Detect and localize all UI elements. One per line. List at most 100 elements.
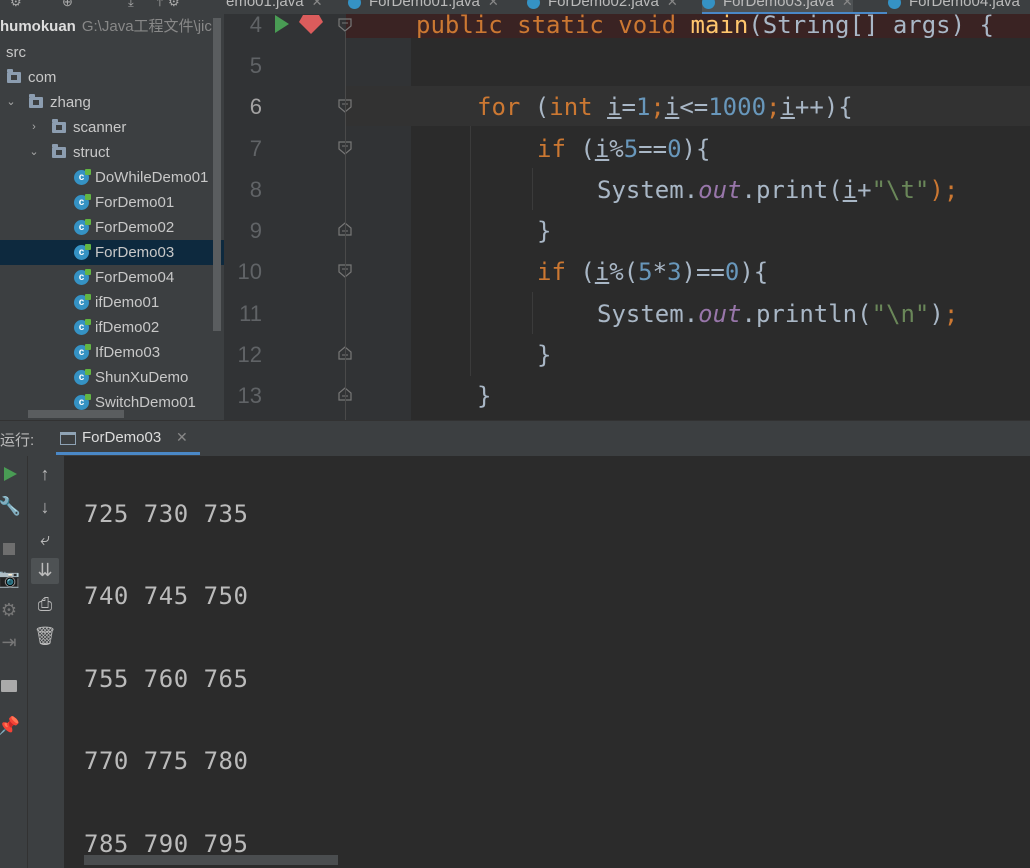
scroll-to-end-icon: ⇊ (37, 560, 53, 580)
java-class-icon (702, 0, 715, 9)
java-class-icon: c (74, 294, 91, 310)
project-name: humokuan (0, 18, 76, 35)
line-number: 7 (249, 136, 262, 161)
horizontal-scrollbar[interactable] (28, 410, 124, 418)
tree-item-zhang[interactable]: ⌄ zhang (0, 90, 224, 115)
tree-item-class[interactable]: c ifDemo02 (0, 315, 224, 340)
tab-label: ForDemo01.java (369, 0, 480, 10)
close-icon[interactable]: ✕ (488, 0, 499, 9)
project-root[interactable]: humokuan G:\Java工程文件\jic (0, 16, 212, 38)
tree-item-label: ForDemo04 (95, 269, 175, 286)
indent-guide (532, 168, 533, 210)
tree-item-src[interactable]: src (0, 40, 224, 65)
console-icon (60, 432, 76, 445)
code-line-6: for (int i=1;i<=1000;i++){ (477, 93, 853, 121)
tree-item-struct[interactable]: ⌄ struct (0, 140, 224, 165)
breakpoint-icon[interactable] (298, 13, 324, 35)
tree-item-scanner[interactable]: › scanner (0, 115, 224, 140)
camera-icon[interactable]: 📷 (0, 568, 21, 589)
tree-item-label: ForDemo03 (95, 244, 175, 261)
output-line: 740 745 750 (84, 582, 249, 610)
arrow-up-icon[interactable]: ↑ (33, 464, 57, 485)
output-line: 755 760 765 (84, 665, 249, 693)
tree-item-class[interactable]: c IfDemo03 (0, 340, 224, 365)
exit-icon[interactable]: ⇥ (0, 632, 21, 653)
tree-item-class[interactable]: c ForDemo04 (0, 265, 224, 290)
code-line-11: System.out.println("\n"); (597, 300, 959, 328)
soft-wrap-icon[interactable]: ⤶ (33, 529, 57, 550)
java-class-icon (888, 0, 901, 9)
tree-item-label: ForDemo01 (95, 194, 175, 211)
java-class-icon: c (74, 219, 91, 235)
tree-item-class[interactable]: c DoWhileDemo01 (0, 165, 224, 190)
run-label: 运行: (0, 432, 35, 449)
close-icon[interactable]: ✕ (312, 0, 323, 9)
code-editor[interactable] (411, 14, 1030, 420)
tree-item-com[interactable]: com (0, 65, 224, 90)
settings-icon[interactable]: ⚙ (0, 600, 21, 621)
line-number-current: 6 (249, 94, 262, 119)
java-class-icon: c (74, 394, 91, 410)
tree-item-class[interactable]: c ForDemo01 (0, 190, 224, 215)
tab-label: ForDemo03.java (723, 0, 834, 10)
horizontal-scrollbar[interactable] (84, 855, 338, 865)
vertical-scrollbar[interactable] (213, 18, 221, 331)
chevron-right-icon[interactable]: › (27, 115, 41, 140)
indent-guide (532, 292, 533, 334)
rerun-icon[interactable] (2, 466, 18, 482)
close-icon[interactable]: ✕ (667, 0, 678, 9)
code-line-8: System.out.print(i+"\t"); (597, 176, 959, 204)
line-number: 8 (249, 177, 262, 202)
tree-item-class[interactable]: c ShunXuDemo (0, 365, 224, 390)
tree-item-label: zhang (50, 94, 91, 111)
chevron-down-icon[interactable]: ⌄ (27, 140, 41, 165)
line-number: 13 (237, 383, 262, 408)
pin-icon[interactable]: 📌 (0, 716, 21, 737)
print-icon[interactable]: ⎙ (33, 594, 57, 615)
tab-label: emo01.java (226, 0, 304, 10)
arrow-down-icon[interactable]: ↓ (33, 497, 57, 518)
fold-marker-icon[interactable] (338, 18, 352, 32)
tree-item-label: ShunXuDemo (95, 369, 189, 386)
java-class-icon: c (74, 344, 91, 360)
tree-item-class[interactable]: c ForDemo02 (0, 215, 224, 240)
line-number: 10 (237, 259, 262, 284)
line-number: 11 (239, 301, 262, 326)
java-class-icon: c (74, 369, 91, 385)
tree-item-label: src (6, 44, 26, 61)
tree-item-class[interactable]: c ifDemo01 (0, 290, 224, 315)
tree-item-label: ifDemo02 (95, 319, 160, 336)
output-line: 785 790 795 (84, 830, 249, 858)
active-run-tab-indicator (56, 452, 200, 455)
gear-icon[interactable]: ⚙ (168, 0, 180, 10)
indent-guide (470, 126, 471, 376)
project-panel: ⚙ ⊕ ⤓ ⤒ ⚙ humokuan G:\Java工程文件\jic src co… (0, 0, 224, 420)
code-line-13: } (477, 382, 492, 410)
trash-icon[interactable]: 🗑 (33, 626, 57, 647)
line-number: 12 (237, 342, 262, 367)
run-gutter-icon[interactable] (272, 14, 292, 34)
package-folder-icon (7, 69, 21, 83)
package-folder-icon (52, 144, 66, 158)
java-class-icon (348, 0, 361, 9)
tab-label: ForDemo02.java (548, 0, 659, 10)
project-path: G:\Java工程文件\jic (81, 18, 212, 35)
close-icon[interactable]: ✕ (842, 0, 853, 9)
locate-icon[interactable]: ⊕ (62, 0, 73, 10)
layout-icon[interactable] (1, 680, 17, 692)
wrench-icon[interactable]: 🔧 (0, 496, 22, 517)
line-number: 4 (249, 12, 262, 37)
chevron-down-icon[interactable]: ⌄ (4, 90, 18, 115)
run-config-tab[interactable]: ForDemo03 ✕ (56, 421, 200, 455)
collapse-icon[interactable]: ⤓ (128, 0, 134, 10)
settings-icon[interactable]: ⚙ (10, 0, 22, 10)
tree-item-label: ifDemo01 (95, 294, 160, 311)
java-class-icon: c (74, 194, 91, 210)
output-line: 770 775 780 (84, 747, 249, 775)
close-icon[interactable]: ✕ (176, 429, 188, 446)
expand-icon[interactable]: ⤒ (157, 0, 163, 10)
tree-item-class-selected[interactable]: c ForDemo03 (0, 240, 224, 265)
toolbar-divider (27, 456, 28, 868)
code-line-7: if (i%5==0){ (537, 135, 711, 163)
stop-icon[interactable] (3, 543, 15, 555)
